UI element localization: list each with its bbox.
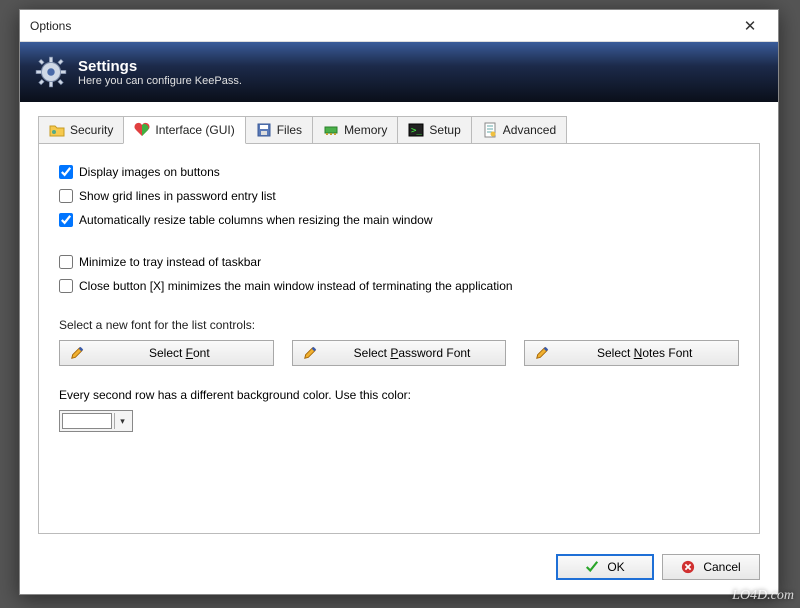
checkbox-label: Display images on buttons [79, 165, 220, 179]
options-window: Options ✕ Settings Here you can configur… [19, 9, 779, 595]
tab-interface[interactable]: Interface (GUI) [123, 116, 245, 144]
tab-label: Interface (GUI) [155, 123, 234, 137]
select-password-font-button[interactable]: Select Password Font [292, 340, 507, 366]
tab-label: Files [277, 123, 302, 137]
button-label: Cancel [703, 560, 740, 574]
tab-advanced[interactable]: Advanced [471, 116, 567, 143]
select-notes-font-button[interactable]: Select Notes Font [524, 340, 739, 366]
svg-text:>_: >_ [411, 126, 422, 136]
checkbox-grid-lines[interactable] [59, 189, 73, 203]
tab-strip: Security Interface (GUI) Files Memory >_… [38, 116, 760, 144]
checkbox-auto-resize[interactable] [59, 213, 73, 227]
pencil-icon [303, 346, 317, 360]
font-section-label: Select a new font for the list controls: [59, 318, 739, 332]
color-picker[interactable]: ▾ [59, 410, 133, 432]
floppy-icon [256, 122, 272, 138]
tab-label: Advanced [503, 123, 556, 137]
gear-icon [34, 55, 68, 89]
banner-subtitle: Here you can configure KeePass. [78, 75, 242, 87]
terminal-icon: >_ [408, 122, 424, 138]
tab-label: Memory [344, 123, 387, 137]
dialog-footer: OK Cancel [556, 554, 760, 580]
checkbox-label: Close button [X] minimizes the main wind… [79, 279, 513, 293]
button-label: OK [607, 560, 624, 574]
button-label: Select Notes Font [561, 346, 728, 360]
tab-security[interactable]: Security [38, 116, 124, 143]
watermark: LO4D.com [732, 588, 794, 604]
checkbox-minimize-tray[interactable] [59, 255, 73, 269]
sheet-icon [482, 122, 498, 138]
select-font-button[interactable]: Select Font [59, 340, 274, 366]
checkbox-close-minimizes[interactable] [59, 279, 73, 293]
titlebar: Options ✕ [20, 10, 778, 42]
ok-button[interactable]: OK [556, 554, 654, 580]
cancel-icon [681, 560, 695, 574]
checkbox-display-images[interactable] [59, 165, 73, 179]
chevron-down-icon[interactable]: ▾ [114, 413, 130, 429]
tab-memory[interactable]: Memory [312, 116, 398, 143]
tab-setup[interactable]: >_ Setup [397, 116, 471, 143]
checkbox-label: Minimize to tray instead of taskbar [79, 255, 261, 269]
check-icon [585, 560, 599, 574]
pencil-icon [70, 346, 84, 360]
settings-banner: Settings Here you can configure KeePass. [20, 42, 778, 102]
banner-title: Settings [78, 58, 242, 75]
memory-icon [323, 122, 339, 138]
pencil-icon [535, 346, 549, 360]
tab-label: Setup [429, 123, 460, 137]
options-panel: Display images on buttons Show grid line… [38, 144, 760, 534]
window-title: Options [30, 19, 728, 33]
color-swatch [62, 413, 112, 429]
button-label: Select Password Font [329, 346, 496, 360]
heart-icon [134, 122, 150, 138]
color-section-label: Every second row has a different backgro… [59, 388, 739, 402]
button-label: Select Font [96, 346, 263, 360]
checkbox-label: Automatically resize table columns when … [79, 213, 433, 227]
checkbox-label: Show grid lines in password entry list [79, 189, 276, 203]
folder-key-icon [49, 122, 65, 138]
close-icon[interactable]: ✕ [728, 12, 772, 40]
cancel-button[interactable]: Cancel [662, 554, 760, 580]
tab-label: Security [70, 123, 113, 137]
tab-files[interactable]: Files [245, 116, 313, 143]
